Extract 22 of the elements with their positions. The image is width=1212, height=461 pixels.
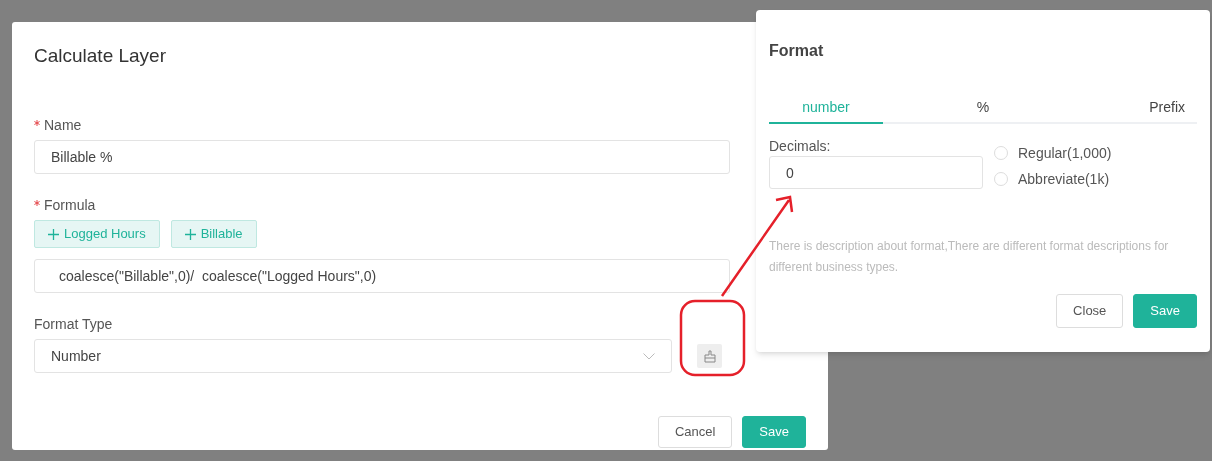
- name-label: Name: [44, 116, 82, 134]
- cancel-button[interactable]: Close: [1056, 294, 1124, 328]
- plus-icon: [48, 228, 59, 240]
- format-tab[interactable]: %: [883, 92, 1083, 124]
- decimals-field[interactable]: 0: [769, 156, 983, 189]
- format-button[interactable]: [697, 344, 722, 368]
- popover-title: Format: [769, 41, 825, 61]
- formula-label: Formula: [44, 196, 96, 214]
- format-type-select[interactable]: Number: [34, 339, 672, 373]
- format-description: There is description about format,There are different format descriptions for different business types.: [769, 238, 1170, 276]
- cancel-button[interactable]: Cancel: [657, 416, 733, 448]
- formula-field[interactable]: coalesce("Billable",0)/ coalesce("Logged Hours",0): [34, 259, 730, 293]
- dialog-title: Calculate Layer: [34, 44, 167, 68]
- plus-icon: [184, 228, 196, 240]
- radio-label: Regular(1,000): [1018, 144, 1112, 162]
- format-type-label: Format Type: [34, 315, 113, 333]
- name-field[interactable]: Billable %: [34, 140, 730, 174]
- chevron-down-icon: [643, 352, 655, 360]
- radio-label: Abbreviate(1k): [1018, 170, 1110, 188]
- format-tab[interactable]: Prefix: [1083, 92, 1197, 124]
- brush-icon: [703, 349, 716, 363]
- decimals-label: Decimals:: [769, 138, 832, 154]
